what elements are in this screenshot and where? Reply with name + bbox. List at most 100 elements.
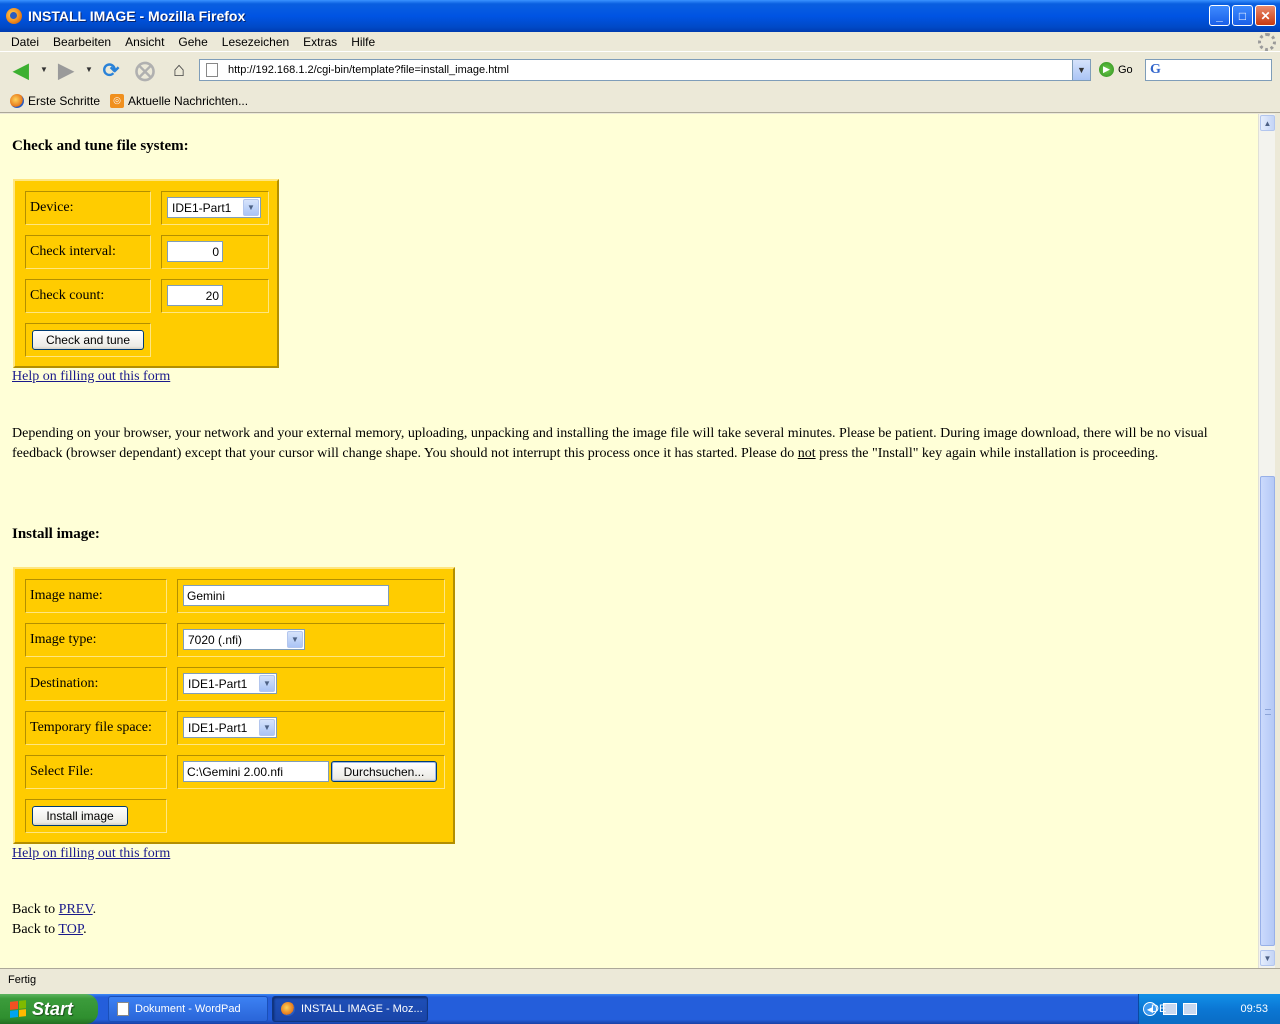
device-select[interactable]: IDE1-Part1 ▼ xyxy=(167,197,261,218)
back-text: Back to xyxy=(12,902,59,917)
bookmark-erste-schritte[interactable]: Erste Schritte xyxy=(10,93,101,108)
install-help-link[interactable]: Help on filling out this form xyxy=(12,846,170,862)
scroll-down-icon[interactable]: ▼ xyxy=(1260,950,1275,966)
select-file-label: Select File: xyxy=(25,755,167,789)
page-content: Check and tune file system: Device: IDE1… xyxy=(0,114,1258,968)
check-help-link[interactable]: Help on filling out this form xyxy=(12,369,170,385)
check-interval-cell: 0 xyxy=(161,235,269,269)
window-controls: _ □ ✕ xyxy=(1209,5,1276,26)
search-engine-icon[interactable]: G xyxy=(1150,62,1161,78)
firefox-icon xyxy=(6,8,22,24)
destination-label: Destination: xyxy=(25,667,167,701)
bookmark-label: Erste Schritte xyxy=(28,93,101,108)
device-label: Device: xyxy=(25,191,151,225)
clock[interactable]: 09:53 xyxy=(1240,1003,1268,1015)
menu-ansicht[interactable]: Ansicht xyxy=(118,35,171,49)
menu-hilfe[interactable]: Hilfe xyxy=(344,35,382,49)
forward-arrow-icon[interactable]: ▶ xyxy=(53,57,79,83)
image-type-label: Image type: xyxy=(25,623,167,657)
menu-bearbeiten[interactable]: Bearbeiten xyxy=(46,35,118,49)
back-history-dropdown-icon[interactable]: ▼ xyxy=(40,65,48,74)
throbber-icon xyxy=(1258,33,1276,51)
destination-select[interactable]: IDE1-Part1 ▼ xyxy=(183,673,277,694)
window-title: INSTALL IMAGE - Mozilla Firefox xyxy=(28,8,246,24)
check-section-heading: Check and tune file system: xyxy=(12,138,189,154)
check-interval-label: Check interval: xyxy=(25,235,151,269)
install-notice: Depending on your browser, your network … xyxy=(12,424,1252,464)
scroll-up-icon[interactable]: ▲ xyxy=(1260,115,1275,131)
bookmark-aktuelle-nachrichten[interactable]: ◎ Aktuelle Nachrichten... xyxy=(110,93,249,108)
page-icon xyxy=(206,63,218,77)
start-button[interactable]: Start xyxy=(0,994,98,1024)
image-name-input[interactable]: Gemini xyxy=(183,585,389,606)
prev-link[interactable]: PREV xyxy=(59,902,93,917)
install-button-cell: Install image xyxy=(25,799,167,833)
image-type-select-value: 7020 (.nfi) xyxy=(188,632,243,647)
vertical-scrollbar[interactable]: ▲ ▼ xyxy=(1258,114,1275,968)
status-bar: Fertig xyxy=(0,968,1280,990)
notice-emphasis: not xyxy=(797,446,816,461)
stop-icon[interactable]: ⨂ xyxy=(132,57,158,83)
back-to-prev-line: Back to PREV. xyxy=(12,902,96,918)
menubar: Datei Bearbeiten Ansicht Gehe Lesezeiche… xyxy=(0,32,1280,52)
taskbar: Start Dokument - WordPad INSTALL IMAGE -… xyxy=(0,994,1280,1024)
window-titlebar[interactable]: INSTALL IMAGE - Mozilla Firefox _ □ ✕ xyxy=(0,0,1280,32)
temp-space-select[interactable]: IDE1-Part1 ▼ xyxy=(183,717,277,738)
temp-space-label: Temporary file space: xyxy=(25,711,167,745)
minimize-button[interactable]: _ xyxy=(1209,5,1230,26)
image-name-cell: Gemini xyxy=(177,579,445,613)
image-name-label: Image name: xyxy=(25,579,167,613)
chevron-down-icon: ▼ xyxy=(259,675,275,692)
destination-cell: IDE1-Part1 ▼ xyxy=(177,667,445,701)
taskbar-item-label: INSTALL IMAGE - Moz... xyxy=(301,1003,423,1015)
search-input[interactable]: G xyxy=(1145,59,1272,81)
image-type-select[interactable]: 7020 (.nfi) ▼ xyxy=(183,629,305,650)
status-text: Fertig xyxy=(8,973,37,986)
rss-feed-icon: ◎ xyxy=(110,93,125,108)
file-path-input[interactable]: C:\Gemini 2.00.nfi xyxy=(183,761,329,782)
menu-extras[interactable]: Extras xyxy=(296,35,344,49)
top-link[interactable]: TOP xyxy=(58,922,83,937)
menu-gehe[interactable]: Gehe xyxy=(171,35,214,49)
chevron-down-icon: ▼ xyxy=(243,199,259,216)
firefox-icon xyxy=(10,93,24,108)
taskbar-item-wordpad[interactable]: Dokument - WordPad xyxy=(108,996,268,1022)
network-icon[interactable] xyxy=(1183,1003,1197,1015)
wordpad-icon xyxy=(117,1002,129,1016)
check-interval-input[interactable]: 0 xyxy=(167,241,223,262)
image-type-cell: 7020 (.nfi) ▼ xyxy=(177,623,445,657)
taskbar-item-label: Dokument - WordPad xyxy=(135,1003,241,1015)
firefox-icon xyxy=(281,1002,295,1016)
reload-icon[interactable]: ⟳ xyxy=(98,57,124,83)
menu-datei[interactable]: Datei xyxy=(4,35,46,49)
scrollbar-thumb[interactable] xyxy=(1260,476,1275,946)
back-to-top-line: Back to TOP. xyxy=(12,922,87,938)
go-arrow-icon: ▶ xyxy=(1099,62,1114,77)
maximize-button[interactable]: □ xyxy=(1232,5,1253,26)
url-history-dropdown-icon[interactable]: ▼ xyxy=(1072,60,1090,80)
install-image-button[interactable]: Install image xyxy=(32,806,128,826)
menu-lesezeichen[interactable]: Lesezeichen xyxy=(215,35,296,49)
taskbar-item-firefox[interactable]: INSTALL IMAGE - Moz... xyxy=(272,996,428,1022)
url-bar[interactable]: http://192.168.1.2/cgi-bin/template?file… xyxy=(199,59,1091,81)
check-and-tune-button[interactable]: Check and tune xyxy=(32,330,144,350)
chevron-down-icon: ▼ xyxy=(287,631,303,648)
language-indicator[interactable]: DE xyxy=(1151,1003,1166,1015)
home-icon[interactable]: ⌂ xyxy=(166,57,192,83)
browse-button[interactable]: Durchsuchen... xyxy=(331,761,437,782)
forward-history-dropdown-icon[interactable]: ▼ xyxy=(85,65,93,74)
back-arrow-icon[interactable]: ◀ xyxy=(8,57,34,83)
install-section-heading: Install image: xyxy=(12,526,100,542)
temp-space-cell: IDE1-Part1 ▼ xyxy=(177,711,445,745)
check-count-label: Check count: xyxy=(25,279,151,313)
go-button[interactable]: ▶ Go xyxy=(1099,62,1133,77)
url-text[interactable]: http://192.168.1.2/cgi-bin/template?file… xyxy=(228,64,509,76)
check-count-input[interactable]: 20 xyxy=(167,285,223,306)
destination-select-value: IDE1-Part1 xyxy=(188,676,248,691)
select-file-cell: C:\Gemini 2.00.nfi Durchsuchen... xyxy=(177,755,445,789)
chevron-down-icon: ▼ xyxy=(259,719,275,736)
temp-space-select-value: IDE1-Part1 xyxy=(188,720,248,735)
bookmark-label: Aktuelle Nachrichten... xyxy=(128,93,249,108)
scroll-grip-icon xyxy=(1265,709,1271,715)
close-button[interactable]: ✕ xyxy=(1255,5,1276,26)
